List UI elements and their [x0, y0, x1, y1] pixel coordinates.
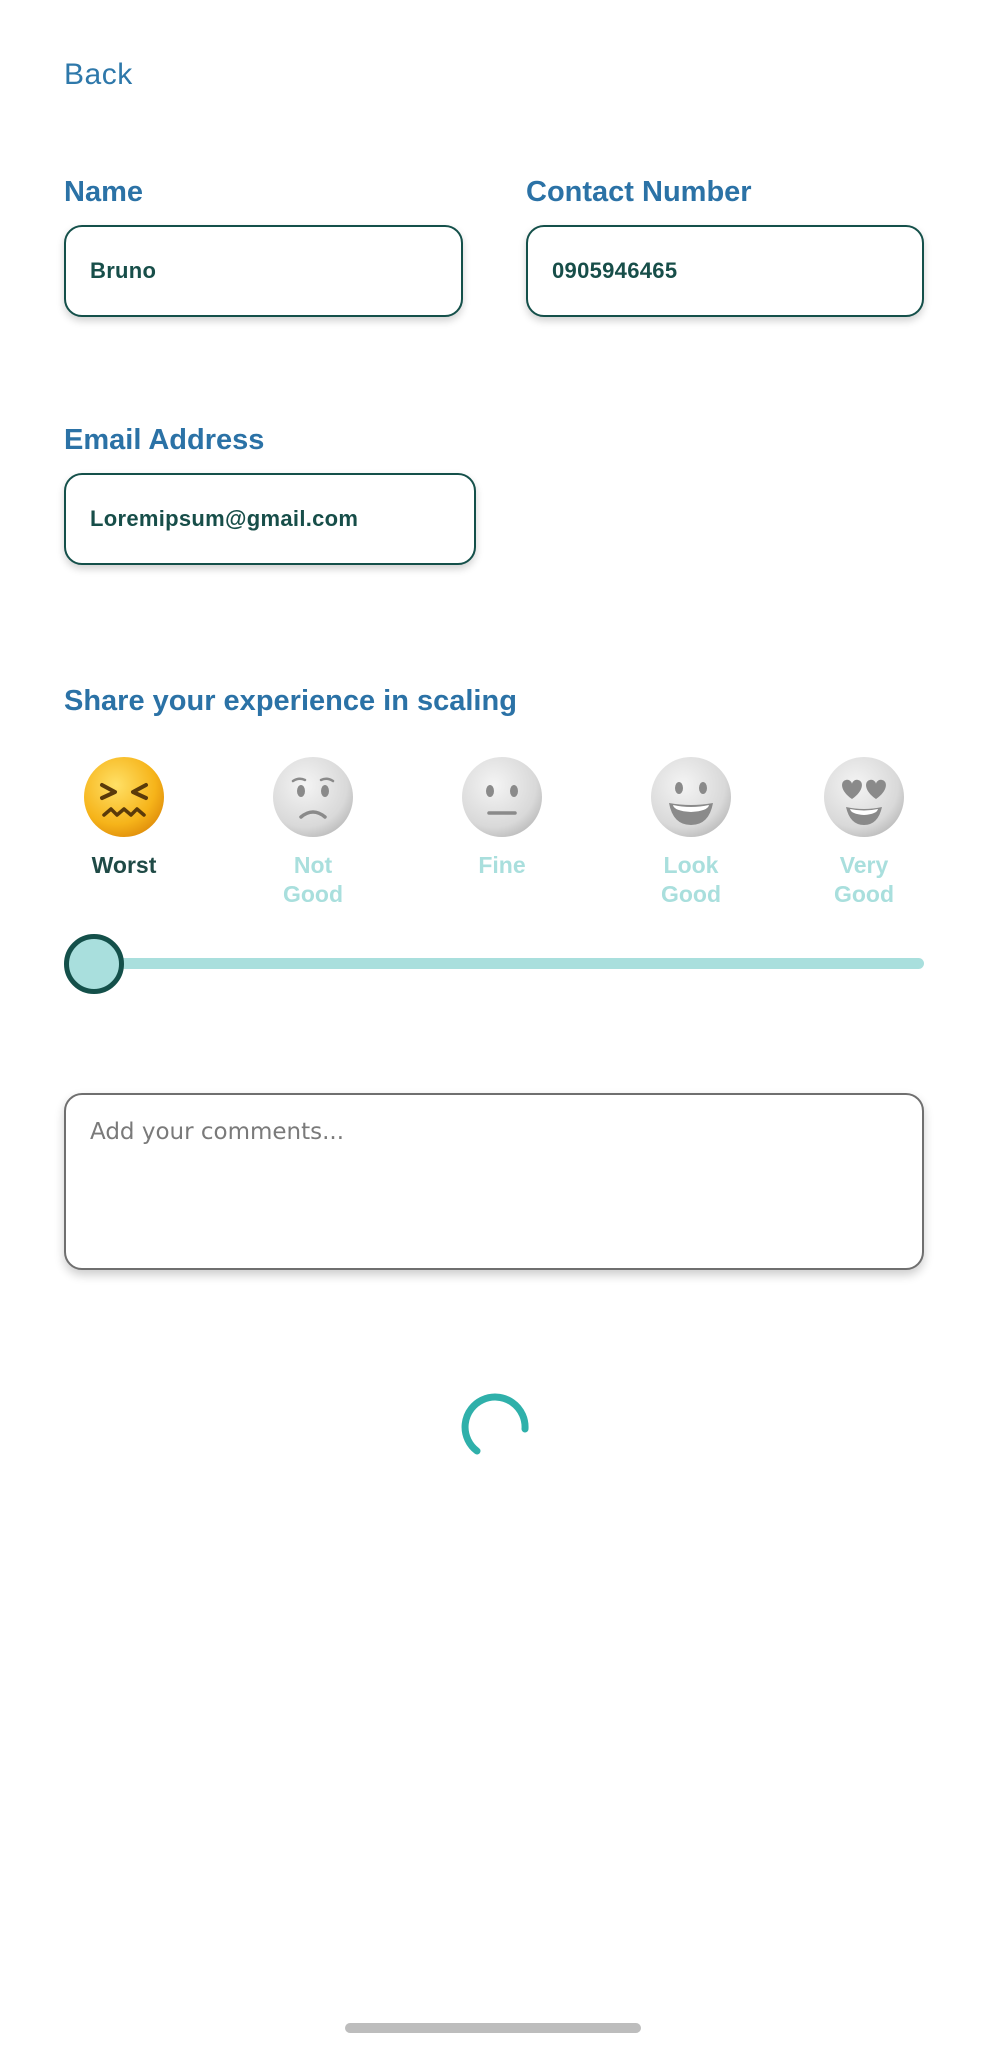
rating-option-very-good[interactable]: Very Good	[804, 755, 924, 909]
email-field[interactable]: Loremipsum@gmail.com	[64, 473, 476, 565]
name-label: Name	[64, 176, 143, 208]
experience-title: Share your experience in scaling	[64, 685, 517, 717]
neutral-face-icon	[462, 757, 542, 837]
rating-option-worst[interactable]: Worst	[64, 755, 184, 880]
rating-label-not-good: Not Good	[253, 851, 373, 909]
rating-label-line1: Look	[663, 852, 719, 878]
contact-number-label: Contact Number	[526, 176, 752, 208]
rating-label-very-good: Very Good	[804, 851, 924, 909]
rating-label-line1: Fine	[478, 852, 526, 878]
contact-number-field[interactable]: 0905946465	[526, 225, 924, 317]
rating-label-line1: Very	[839, 852, 889, 878]
rating-label-line2: Good	[282, 881, 344, 907]
experience-rating-options: Worst Not Good Fine Look Good Very Good	[64, 755, 924, 925]
home-indicator[interactable]	[345, 2023, 641, 2033]
worried-face-icon	[273, 757, 353, 837]
rating-label-line1: Worst	[91, 852, 157, 878]
experience-slider-track[interactable]	[64, 958, 924, 969]
rating-label-line1: Not	[293, 852, 333, 878]
rating-label-line2: Good	[660, 881, 722, 907]
comments-textarea[interactable]	[64, 1093, 924, 1270]
rating-label-look-good: Look Good	[631, 851, 751, 909]
email-address-label: Email Address	[64, 424, 265, 456]
rating-option-fine[interactable]: Fine	[442, 755, 562, 880]
grinning-face-icon	[651, 757, 731, 837]
rating-label-line2: Good	[833, 881, 895, 907]
rating-option-look-good[interactable]: Look Good	[631, 755, 751, 909]
rating-option-not-good[interactable]: Not Good	[253, 755, 373, 909]
back-link[interactable]: Back	[64, 58, 133, 92]
experience-slider-thumb[interactable]	[64, 934, 124, 994]
name-field[interactable]: Bruno	[64, 225, 463, 317]
rating-label-worst: Worst	[64, 851, 184, 880]
loading-spinner-icon	[461, 1393, 529, 1455]
rating-label-fine: Fine	[442, 851, 562, 880]
heart-eyes-face-icon	[824, 757, 904, 837]
confounded-face-icon	[84, 757, 164, 837]
